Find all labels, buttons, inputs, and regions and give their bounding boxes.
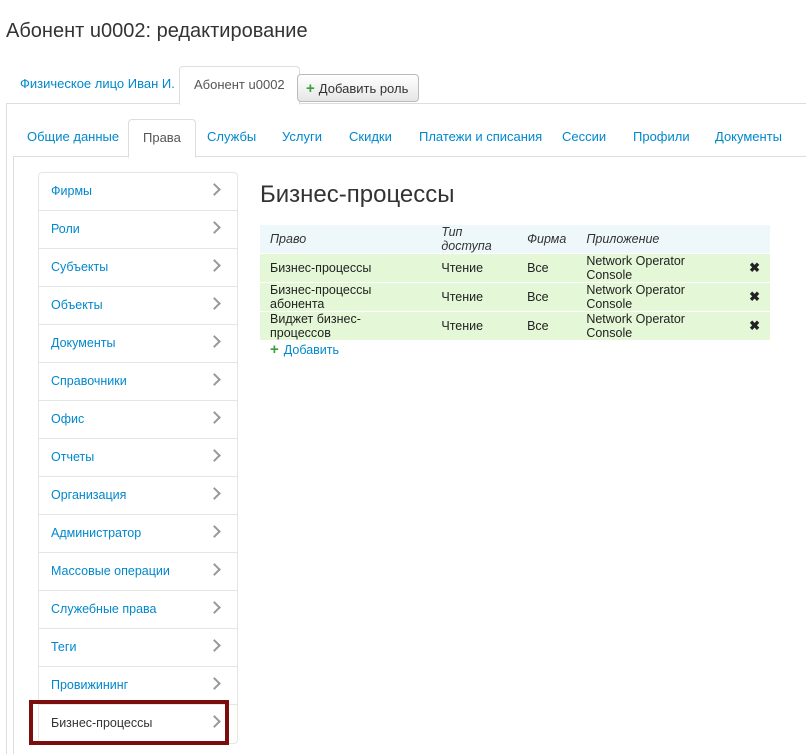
chevron-right-icon	[208, 335, 221, 348]
page-title: Абонент u0002: редактирование	[6, 20, 308, 42]
column-header-actions	[739, 225, 770, 254]
add-role-button[interactable]: + Добавить роль	[297, 74, 420, 102]
rights-sidebar: Фирмы Роли Субъекты Объекты Документы Сп…	[38, 172, 238, 744]
sidebar-item-label: Служебные права	[51, 602, 157, 616]
sidebar-item-roles[interactable]: Роли	[39, 211, 237, 249]
add-right-label: Добавить	[283, 342, 340, 357]
sidebar-item-label: Отчеты	[51, 450, 95, 464]
chevron-right-icon	[208, 411, 221, 424]
sidebar-item-label: Субъекты	[51, 260, 109, 274]
sidebar-item-directories[interactable]: Справочники	[39, 363, 237, 401]
cell-right: Бизнес-процессы	[260, 253, 432, 283]
tab-profiles[interactable]: Профили	[619, 119, 704, 157]
column-header-right: Право	[260, 225, 432, 254]
cell-app: Network Operator Console	[576, 253, 740, 283]
sidebar-item-administrator[interactable]: Администратор	[39, 515, 237, 553]
table-header-row: Право Тип доступа Фирма Приложение	[260, 225, 770, 254]
sidebar-item-label: Документы	[51, 336, 116, 350]
chevron-right-icon	[208, 449, 221, 462]
sidebar-item-office[interactable]: Офис	[39, 401, 237, 439]
column-header-app: Приложение	[576, 225, 740, 254]
plus-icon: +	[306, 79, 315, 97]
sidebar-item-label: Провижининг	[51, 678, 129, 692]
chevron-right-icon	[208, 563, 221, 576]
cell-firm: Все	[517, 311, 577, 340]
cell-app: Network Operator Console	[576, 311, 740, 340]
chevron-right-icon	[208, 183, 221, 196]
tab-discounts[interactable]: Скидки	[335, 119, 406, 157]
column-header-access: Тип доступа	[431, 225, 518, 254]
cell-access: Чтение	[431, 282, 518, 312]
sidebar-item-firms[interactable]: Фирмы	[39, 173, 237, 211]
cell-firm: Все	[517, 282, 577, 312]
sidebar-item-provisioning[interactable]: Провижининг	[39, 667, 237, 705]
chevron-right-icon	[208, 221, 221, 234]
plus-icon: +	[270, 341, 279, 358]
chevron-right-icon	[208, 715, 221, 728]
sidebar-item-label: Организация	[51, 488, 127, 502]
sidebar-item-documents[interactable]: Документы	[39, 325, 237, 363]
sidebar-item-label: Офис	[51, 412, 85, 426]
cell-app: Network Operator Console	[576, 282, 740, 312]
sidebar-item-objects[interactable]: Объекты	[39, 287, 237, 325]
sidebar-item-service-rights[interactable]: Служебные права	[39, 591, 237, 629]
sidebar-item-label: Теги	[51, 640, 77, 654]
chevron-right-icon	[208, 677, 221, 690]
tab-documents[interactable]: Документы	[701, 119, 796, 157]
sidebar-item-label: Администратор	[51, 526, 142, 540]
table-row: Виджет бизнес-процессов Чтение Все Netwo…	[260, 311, 770, 340]
cell-right: Виджет бизнес-процессов	[260, 311, 432, 340]
sidebar-item-label: Массовые операции	[51, 564, 170, 578]
chevron-right-icon	[208, 487, 221, 500]
tab-rights[interactable]: Права	[128, 119, 196, 158]
sidebar-item-tags[interactable]: Теги	[39, 629, 237, 667]
sidebar-item-label: Роли	[51, 222, 80, 236]
tab-services[interactable]: Службы	[193, 119, 270, 157]
sidebar-item-label: Объекты	[51, 298, 103, 312]
table-row: Бизнес-процессы Чтение Все Network Opera…	[260, 253, 770, 283]
cell-firm: Все	[517, 253, 577, 283]
remove-icon[interactable]: ✖	[739, 282, 770, 312]
tab-general[interactable]: Общие данные	[13, 119, 133, 157]
cell-right: Бизнес-процессы абонента	[260, 282, 432, 312]
tab-offers[interactable]: Услуги	[268, 119, 336, 157]
remove-icon[interactable]: ✖	[739, 311, 770, 340]
chevron-right-icon	[208, 639, 221, 652]
sidebar-item-bulk-operations[interactable]: Массовые операции	[39, 553, 237, 591]
sidebar-item-reports[interactable]: Отчеты	[39, 439, 237, 477]
sidebar-item-label: Фирмы	[51, 184, 93, 198]
tab-individual[interactable]: Физическое лицо Иван И.	[6, 66, 189, 104]
tab-subscriber[interactable]: Абонент u0002	[179, 66, 300, 105]
add-role-label: Добавить роль	[318, 80, 409, 96]
remove-icon[interactable]: ✖	[739, 253, 770, 283]
tab-sessions[interactable]: Сессии	[548, 119, 620, 157]
rights-table: Право Тип доступа Фирма Приложение Бизне…	[260, 225, 770, 340]
tab-payments[interactable]: Платежи и списания	[405, 119, 556, 157]
column-header-firm: Фирма	[517, 225, 577, 254]
sidebar-item-subjects[interactable]: Субъекты	[39, 249, 237, 287]
sidebar-item-label: Справочники	[51, 374, 127, 388]
add-right-link[interactable]: + Добавить	[270, 342, 339, 357]
chevron-right-icon	[208, 601, 221, 614]
sidebar-item-organization[interactable]: Организация	[39, 477, 237, 515]
chevron-right-icon	[208, 373, 221, 386]
cell-access: Чтение	[431, 311, 518, 340]
sidebar-item-label: Бизнес-процессы	[51, 716, 153, 730]
chevron-right-icon	[208, 259, 221, 272]
chevron-right-icon	[208, 525, 221, 538]
sidebar-item-business-processes[interactable]: Бизнес-процессы	[39, 705, 237, 743]
chevron-right-icon	[208, 297, 221, 310]
cell-access: Чтение	[431, 253, 518, 283]
section-title: Бизнес-процессы	[260, 181, 455, 208]
table-row: Бизнес-процессы абонента Чтение Все Netw…	[260, 282, 770, 312]
sub-tabs: Общие данные Права Службы Услуги Скидки …	[13, 119, 806, 158]
